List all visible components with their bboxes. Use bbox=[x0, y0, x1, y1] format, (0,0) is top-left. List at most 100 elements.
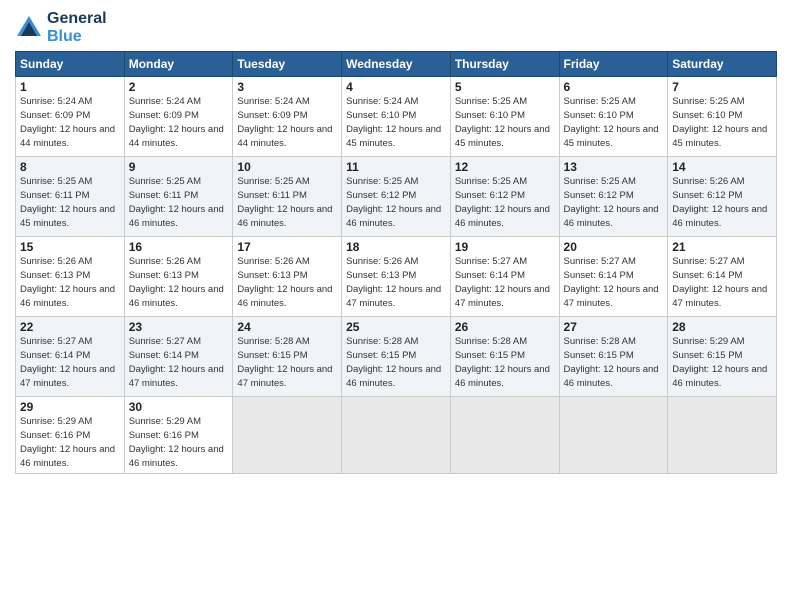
day-number: 8 bbox=[20, 160, 120, 174]
cell-details: Sunrise: 5:27 AMSunset: 6:14 PMDaylight:… bbox=[20, 336, 115, 388]
day-number: 4 bbox=[346, 80, 446, 94]
cell-details: Sunrise: 5:28 AMSunset: 6:15 PMDaylight:… bbox=[455, 336, 550, 388]
day-header-tuesday: Tuesday bbox=[233, 52, 342, 77]
day-number: 27 bbox=[564, 320, 664, 334]
calendar-cell: 16 Sunrise: 5:26 AMSunset: 6:13 PMDayligh… bbox=[124, 237, 233, 317]
calendar-table: SundayMondayTuesdayWednesdayThursdayFrid… bbox=[15, 51, 777, 474]
cell-details: Sunrise: 5:27 AMSunset: 6:14 PMDaylight:… bbox=[564, 256, 659, 308]
day-number: 29 bbox=[20, 400, 120, 414]
calendar-cell: 2 Sunrise: 5:24 AMSunset: 6:09 PMDaylight… bbox=[124, 77, 233, 157]
calendar-cell: 6 Sunrise: 5:25 AMSunset: 6:10 PMDaylight… bbox=[559, 77, 668, 157]
cell-details: Sunrise: 5:25 AMSunset: 6:11 PMDaylight:… bbox=[20, 176, 115, 228]
cell-details: Sunrise: 5:24 AMSunset: 6:09 PMDaylight:… bbox=[20, 96, 115, 148]
calendar-cell: 17 Sunrise: 5:26 AMSunset: 6:13 PMDayligh… bbox=[233, 237, 342, 317]
calendar-cell bbox=[450, 397, 559, 474]
day-number: 14 bbox=[672, 160, 772, 174]
day-number: 22 bbox=[20, 320, 120, 334]
calendar-cell: 20 Sunrise: 5:27 AMSunset: 6:14 PMDayligh… bbox=[559, 237, 668, 317]
calendar-cell: 18Sunrise: 5:26 AMSunset: 6:13 PMDayligh… bbox=[342, 237, 451, 317]
logo: General Blue bbox=[15, 10, 107, 45]
header: General Blue bbox=[15, 10, 777, 45]
day-header-thursday: Thursday bbox=[450, 52, 559, 77]
day-number: 23 bbox=[129, 320, 229, 334]
cell-details: Sunrise: 5:28 AMSunset: 6:15 PMDaylight:… bbox=[564, 336, 659, 388]
cell-details: Sunrise: 5:25 AMSunset: 6:10 PMDaylight:… bbox=[564, 96, 659, 148]
day-number: 16 bbox=[129, 240, 229, 254]
cell-details: Sunrise: 5:26 AMSunset: 6:13 PMDaylight:… bbox=[237, 256, 332, 308]
calendar-cell: 4 Sunrise: 5:24 AMSunset: 6:10 PMDaylight… bbox=[342, 77, 451, 157]
day-number: 2 bbox=[129, 80, 229, 94]
calendar-cell: 1 Sunrise: 5:24 AMSunset: 6:09 PMDaylight… bbox=[16, 77, 125, 157]
cell-details: Sunrise: 5:25 AMSunset: 6:12 PMDaylight:… bbox=[564, 176, 659, 228]
cell-details: Sunrise: 5:29 AMSunset: 6:15 PMDaylight:… bbox=[672, 336, 767, 388]
calendar-cell bbox=[342, 397, 451, 474]
cell-details: Sunrise: 5:25 AMSunset: 6:10 PMDaylight:… bbox=[672, 96, 767, 148]
day-number: 20 bbox=[564, 240, 664, 254]
week-row-5: 29 Sunrise: 5:29 AMSunset: 6:16 PMDayligh… bbox=[16, 397, 777, 474]
day-number: 1 bbox=[20, 80, 120, 94]
calendar-cell: 29 Sunrise: 5:29 AMSunset: 6:16 PMDayligh… bbox=[16, 397, 125, 474]
cell-details: Sunrise: 5:26 AMSunset: 6:13 PMDaylight:… bbox=[20, 256, 115, 308]
logo-line2: Blue bbox=[47, 28, 107, 46]
cell-details: Sunrise: 5:24 AMSunset: 6:10 PMDaylight:… bbox=[346, 96, 441, 148]
week-row-4: 22 Sunrise: 5:27 AMSunset: 6:14 PMDayligh… bbox=[16, 317, 777, 397]
logo-line1: General bbox=[47, 10, 107, 28]
cell-details: Sunrise: 5:25 AMSunset: 6:11 PMDaylight:… bbox=[129, 176, 224, 228]
cell-details: Sunrise: 5:26 AMSunset: 6:12 PMDaylight:… bbox=[672, 176, 767, 228]
calendar-cell: 30 Sunrise: 5:29 AMSunset: 6:16 PMDayligh… bbox=[124, 397, 233, 474]
cell-details: Sunrise: 5:29 AMSunset: 6:16 PMDaylight:… bbox=[129, 416, 224, 468]
calendar-cell: 24Sunrise: 5:28 AMSunset: 6:15 PMDayligh… bbox=[233, 317, 342, 397]
cell-details: Sunrise: 5:26 AMSunset: 6:13 PMDaylight:… bbox=[346, 256, 441, 308]
calendar-cell: 19Sunrise: 5:27 AMSunset: 6:14 PMDayligh… bbox=[450, 237, 559, 317]
day-number: 13 bbox=[564, 160, 664, 174]
week-row-2: 8 Sunrise: 5:25 AMSunset: 6:11 PMDaylight… bbox=[16, 157, 777, 237]
calendar-cell: 5 Sunrise: 5:25 AMSunset: 6:10 PMDaylight… bbox=[450, 77, 559, 157]
day-number: 15 bbox=[20, 240, 120, 254]
calendar-cell: 7 Sunrise: 5:25 AMSunset: 6:10 PMDaylight… bbox=[668, 77, 777, 157]
days-header-row: SundayMondayTuesdayWednesdayThursdayFrid… bbox=[16, 52, 777, 77]
calendar-cell bbox=[559, 397, 668, 474]
calendar-cell: 26Sunrise: 5:28 AMSunset: 6:15 PMDayligh… bbox=[450, 317, 559, 397]
calendar-cell bbox=[668, 397, 777, 474]
cell-details: Sunrise: 5:25 AMSunset: 6:12 PMDaylight:… bbox=[346, 176, 441, 228]
calendar-cell: 27 Sunrise: 5:28 AMSunset: 6:15 PMDayligh… bbox=[559, 317, 668, 397]
cell-details: Sunrise: 5:27 AMSunset: 6:14 PMDaylight:… bbox=[129, 336, 224, 388]
cell-details: Sunrise: 5:27 AMSunset: 6:14 PMDaylight:… bbox=[672, 256, 767, 308]
day-header-monday: Monday bbox=[124, 52, 233, 77]
calendar-cell bbox=[233, 397, 342, 474]
day-number: 17 bbox=[237, 240, 337, 254]
day-number: 6 bbox=[564, 80, 664, 94]
calendar-cell: 28 Sunrise: 5:29 AMSunset: 6:15 PMDayligh… bbox=[668, 317, 777, 397]
cell-details: Sunrise: 5:24 AMSunset: 6:09 PMDaylight:… bbox=[237, 96, 332, 148]
calendar-cell: 23 Sunrise: 5:27 AMSunset: 6:14 PMDayligh… bbox=[124, 317, 233, 397]
day-number: 11 bbox=[346, 160, 446, 174]
day-header-friday: Friday bbox=[559, 52, 668, 77]
cell-details: Sunrise: 5:25 AMSunset: 6:12 PMDaylight:… bbox=[455, 176, 550, 228]
day-number: 25 bbox=[346, 320, 446, 334]
calendar-cell: 3Sunrise: 5:24 AMSunset: 6:09 PMDaylight… bbox=[233, 77, 342, 157]
calendar-cell: 9 Sunrise: 5:25 AMSunset: 6:11 PMDaylight… bbox=[124, 157, 233, 237]
day-number: 9 bbox=[129, 160, 229, 174]
day-number: 24 bbox=[237, 320, 337, 334]
cell-details: Sunrise: 5:25 AMSunset: 6:10 PMDaylight:… bbox=[455, 96, 550, 148]
calendar-cell: 25Sunrise: 5:28 AMSunset: 6:15 PMDayligh… bbox=[342, 317, 451, 397]
day-header-wednesday: Wednesday bbox=[342, 52, 451, 77]
day-header-saturday: Saturday bbox=[668, 52, 777, 77]
calendar-cell: 10 Sunrise: 5:25 AMSunset: 6:11 PMDayligh… bbox=[233, 157, 342, 237]
week-row-1: 1 Sunrise: 5:24 AMSunset: 6:09 PMDaylight… bbox=[16, 77, 777, 157]
day-number: 5 bbox=[455, 80, 555, 94]
cell-details: Sunrise: 5:25 AMSunset: 6:11 PMDaylight:… bbox=[237, 176, 332, 228]
cell-details: Sunrise: 5:29 AMSunset: 6:16 PMDaylight:… bbox=[20, 416, 115, 468]
cell-details: Sunrise: 5:26 AMSunset: 6:13 PMDaylight:… bbox=[129, 256, 224, 308]
calendar-cell: 15 Sunrise: 5:26 AMSunset: 6:13 PMDayligh… bbox=[16, 237, 125, 317]
day-number: 10 bbox=[237, 160, 337, 174]
day-number: 7 bbox=[672, 80, 772, 94]
day-number: 30 bbox=[129, 400, 229, 414]
day-number: 28 bbox=[672, 320, 772, 334]
week-row-3: 15 Sunrise: 5:26 AMSunset: 6:13 PMDayligh… bbox=[16, 237, 777, 317]
cell-details: Sunrise: 5:24 AMSunset: 6:09 PMDaylight:… bbox=[129, 96, 224, 148]
calendar-cell: 21Sunrise: 5:27 AMSunset: 6:14 PMDayligh… bbox=[668, 237, 777, 317]
day-header-sunday: Sunday bbox=[16, 52, 125, 77]
calendar-cell: 22 Sunrise: 5:27 AMSunset: 6:14 PMDayligh… bbox=[16, 317, 125, 397]
day-number: 19 bbox=[455, 240, 555, 254]
